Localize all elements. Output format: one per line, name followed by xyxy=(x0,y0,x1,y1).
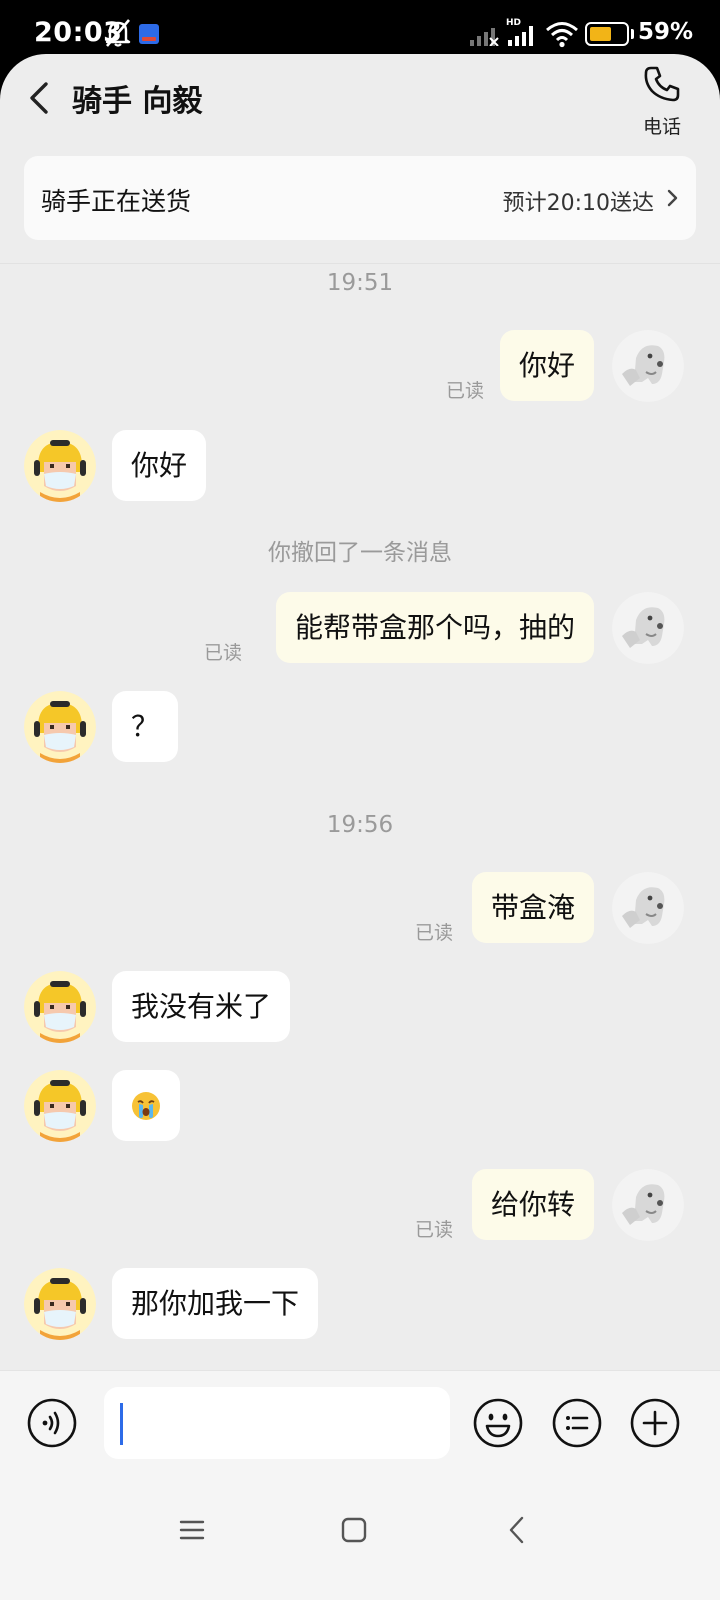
delivery-status-card[interactable]: 骑手正在送货 预计20:10送达 xyxy=(24,156,696,240)
list-icon xyxy=(552,1398,602,1448)
voice-button[interactable] xyxy=(26,1397,78,1449)
call-label: 电话 xyxy=(642,116,681,138)
message-outgoing[interactable]: 你好 xyxy=(499,330,594,401)
wifi-icon xyxy=(546,22,578,48)
rider-avatar[interactable] xyxy=(24,971,96,1043)
emoji-button[interactable] xyxy=(472,1397,524,1449)
recall-notice: 你撤回了一条消息 xyxy=(268,540,452,566)
input-bar xyxy=(0,1370,720,1476)
back-arrow-icon[interactable] xyxy=(24,78,54,118)
mute-bell-icon xyxy=(105,19,131,47)
menu-nav-button[interactable] xyxy=(174,1512,210,1548)
rider-avatar[interactable] xyxy=(24,691,96,763)
chat-screen: 骑手 向毅 电话 骑手正在送货 预计20:10送达 19:51 已读 你好 你好… xyxy=(0,54,720,1600)
read-receipt: 已读 xyxy=(204,642,243,664)
app-notification-icon xyxy=(139,24,159,44)
message-outgoing[interactable]: 给你转 xyxy=(471,1169,594,1240)
page-title: 骑手 向毅 xyxy=(72,84,203,119)
read-receipt: 已读 xyxy=(415,1219,454,1241)
timestamp: 19:51 xyxy=(326,270,394,296)
rider-avatar[interactable] xyxy=(24,1268,96,1340)
battery-tip xyxy=(631,29,634,39)
message-incoming[interactable]: 你好 xyxy=(112,430,207,501)
phone-icon xyxy=(644,66,680,102)
text-cursor xyxy=(120,1403,123,1445)
message-input[interactable] xyxy=(104,1387,450,1459)
message-incoming[interactable]: 我没有米了 xyxy=(112,971,291,1042)
menu-icon xyxy=(179,1520,205,1540)
system-nav-bar xyxy=(0,1476,720,1600)
battery-icon xyxy=(585,22,629,46)
home-square-icon xyxy=(341,1517,367,1543)
message-outgoing[interactable]: 能帮带盒那个吗，抽的 xyxy=(275,592,594,663)
chevron-right-icon xyxy=(667,189,678,207)
delivery-status: 骑手正在送货 xyxy=(41,187,192,216)
battery-level xyxy=(590,27,611,41)
voice-icon xyxy=(27,1398,77,1448)
timestamp: 19:56 xyxy=(326,812,394,838)
plus-icon xyxy=(630,1398,680,1448)
my-avatar[interactable] xyxy=(612,592,684,664)
call-button[interactable]: 电话 xyxy=(636,64,688,144)
read-receipt: 已读 xyxy=(446,380,485,402)
more-button[interactable] xyxy=(629,1397,681,1449)
crying-face-emoji xyxy=(132,1092,160,1120)
quick-reply-button[interactable] xyxy=(551,1397,603,1449)
header-divider xyxy=(0,263,720,264)
message-outgoing[interactable]: 带盒淹 xyxy=(471,872,594,943)
rider-avatar[interactable] xyxy=(24,430,96,502)
home-nav-button[interactable] xyxy=(336,1512,372,1548)
message-incoming-emoji[interactable] xyxy=(112,1070,180,1141)
message-incoming[interactable]: ？ xyxy=(112,691,179,762)
battery-percent: 59% xyxy=(638,19,694,45)
my-avatar[interactable] xyxy=(612,330,684,402)
back-nav-button[interactable] xyxy=(500,1512,536,1548)
smiley-icon xyxy=(473,1398,523,1448)
read-receipt: 已读 xyxy=(415,922,454,944)
message-incoming[interactable]: 那你加我一下 xyxy=(112,1268,319,1339)
my-avatar[interactable] xyxy=(612,872,684,944)
back-chevron-icon xyxy=(509,1516,524,1544)
my-avatar[interactable] xyxy=(612,1169,684,1241)
delivery-eta: 预计20:10送达 xyxy=(502,191,654,216)
signal-icon xyxy=(508,26,533,46)
signal-icon xyxy=(470,28,499,46)
rider-avatar[interactable] xyxy=(24,1070,96,1142)
